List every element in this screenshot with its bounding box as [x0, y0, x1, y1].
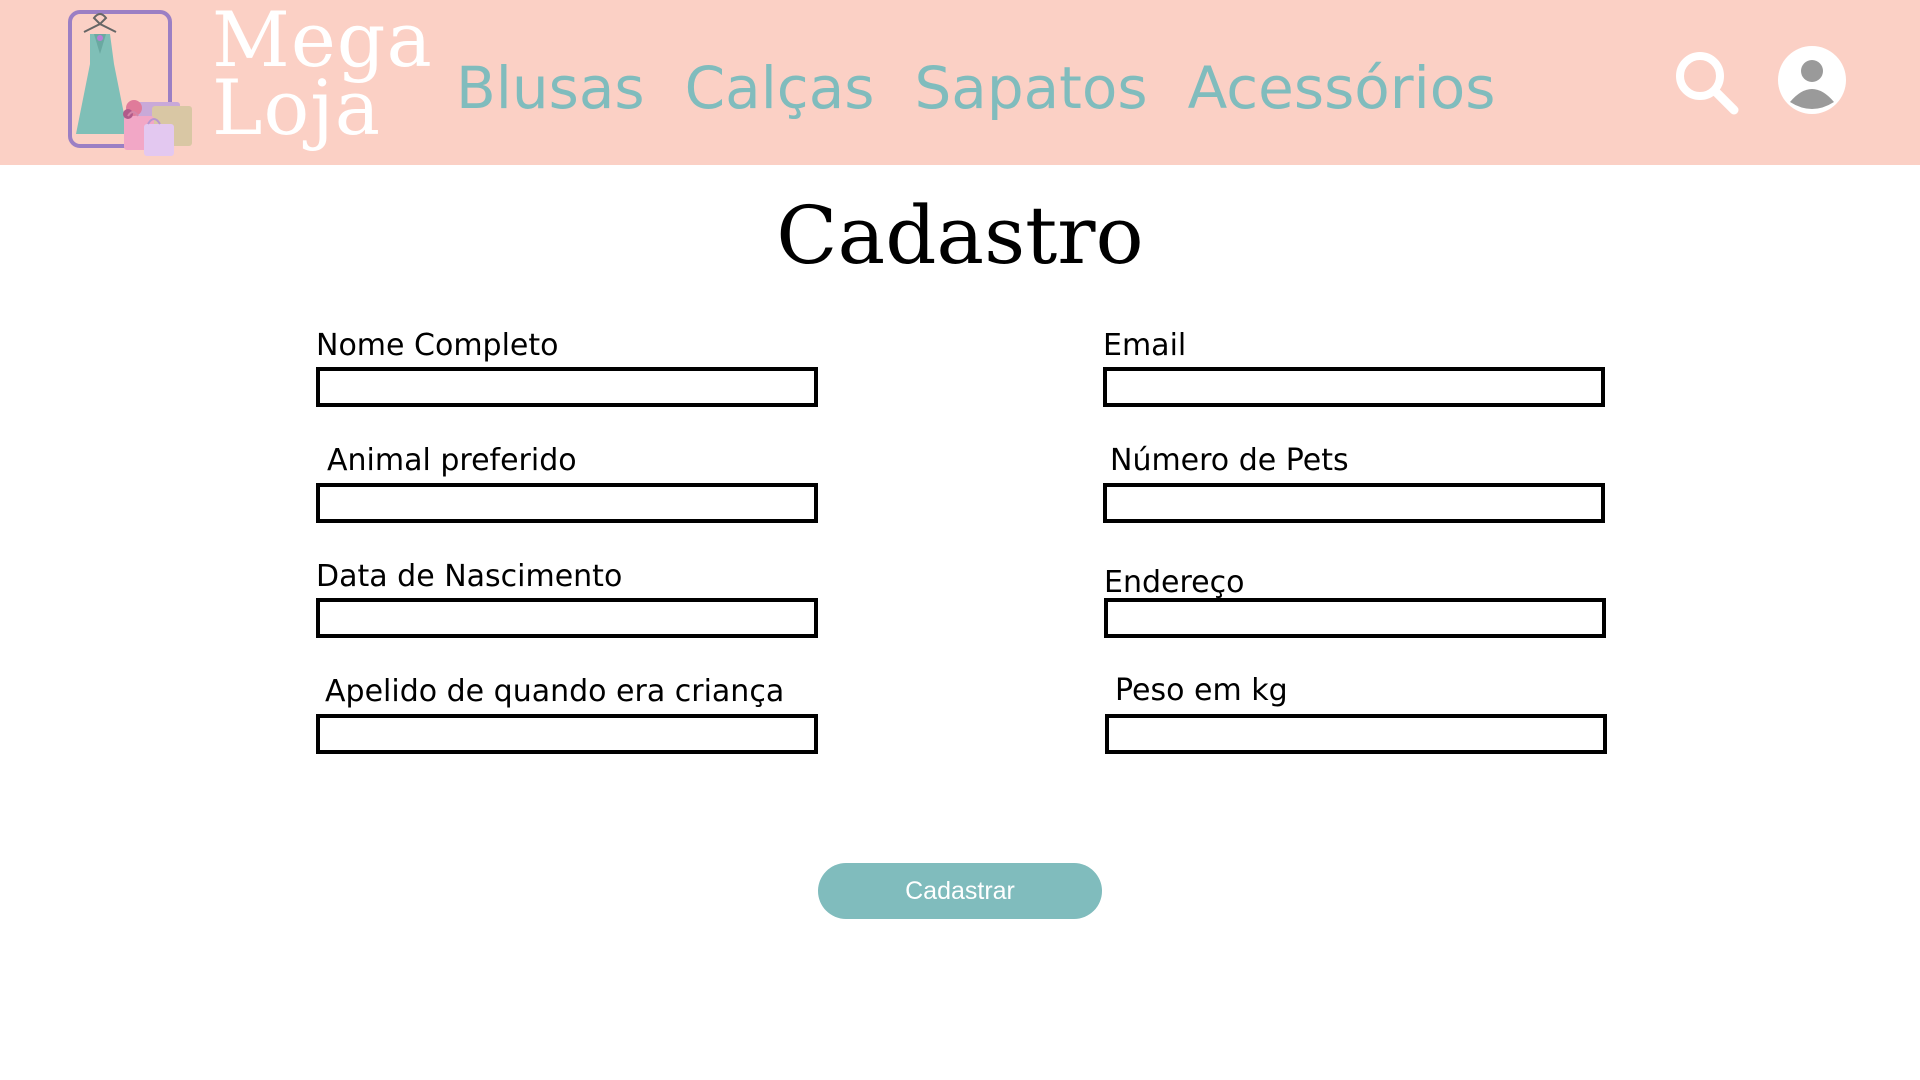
weight-kg-field[interactable] [1105, 714, 1607, 754]
site-header: Mega Loja Blusas Calças Sapatos Acessóri… [0, 0, 1920, 165]
address-field[interactable] [1104, 598, 1606, 638]
brand-logo[interactable]: Mega Loja [212, 2, 433, 152]
full-name-field[interactable] [316, 367, 818, 407]
birth-date-field[interactable] [316, 598, 818, 638]
register-button[interactable]: Cadastrar [818, 863, 1102, 919]
full-name-label: Nome Completo [316, 328, 559, 363]
page-title: Cadastro [776, 189, 1144, 282]
email-field[interactable] [1103, 367, 1605, 407]
favorite-animal-label: Animal preferido [327, 443, 577, 478]
logo-rack-icon[interactable] [54, 8, 200, 160]
number-of-pets-label: Número de Pets [1110, 443, 1349, 478]
nav-item-acessorios[interactable]: Acessórios [1188, 48, 1496, 128]
birth-date-label: Data de Nascimento [316, 559, 623, 594]
main-nav: Blusas Calças Sapatos Acessórios [456, 48, 1495, 128]
nav-item-sapatos[interactable]: Sapatos [914, 48, 1147, 128]
nav-item-calcas[interactable]: Calças [685, 48, 875, 128]
childhood-nickname-field[interactable] [316, 714, 818, 754]
address-label: Endereço [1104, 565, 1245, 600]
nav-item-blusas[interactable]: Blusas [456, 48, 645, 128]
weight-kg-label: Peso em kg [1115, 673, 1288, 708]
brand-line-2: Loja [212, 63, 382, 152]
email-label: Email [1103, 328, 1187, 363]
favorite-animal-field[interactable] [316, 483, 818, 523]
number-of-pets-field[interactable] [1103, 483, 1605, 523]
user-avatar-icon[interactable] [1776, 44, 1848, 116]
search-icon[interactable] [1672, 48, 1742, 118]
childhood-nickname-label: Apelido de quando era criança [325, 674, 785, 709]
